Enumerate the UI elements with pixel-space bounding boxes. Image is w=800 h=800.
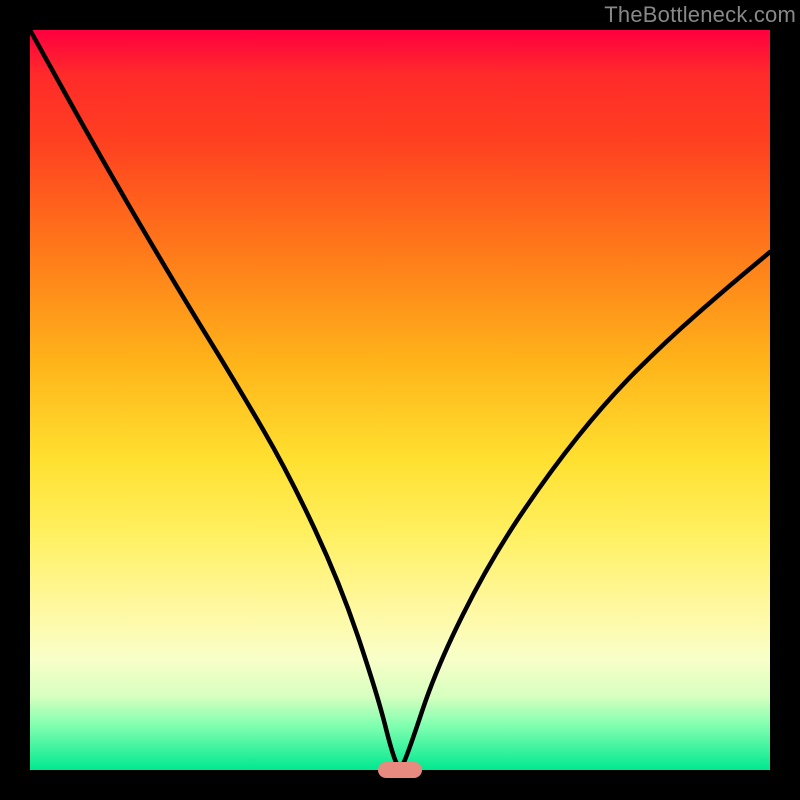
plot-area xyxy=(30,30,770,770)
chart-frame: TheBottleneck.com xyxy=(0,0,800,800)
optimum-marker xyxy=(378,762,422,778)
bottleneck-curve xyxy=(30,30,770,770)
watermark-text: TheBottleneck.com xyxy=(604,2,796,28)
